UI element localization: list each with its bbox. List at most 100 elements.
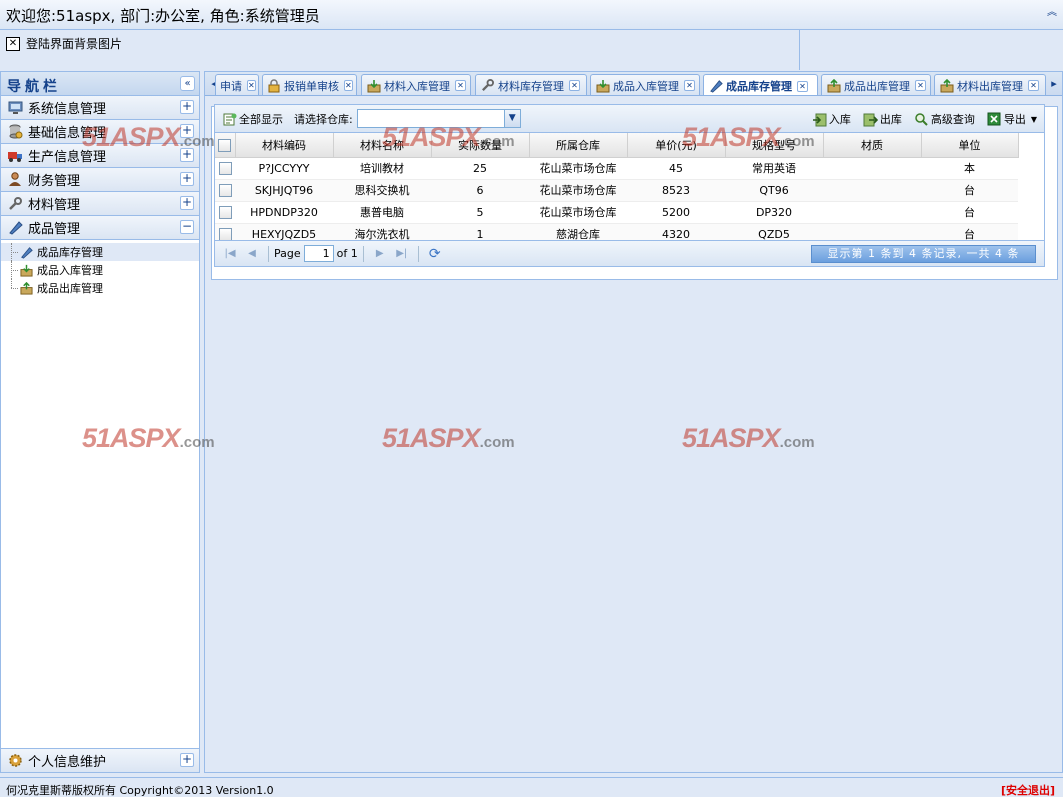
expand-icon[interactable]: + <box>180 100 194 114</box>
footer: 何况克里斯蒂版权所有 Copyright©2013 Version1.0 [安全… <box>0 777 1063 797</box>
close-icon[interactable]: ✕ <box>569 80 580 91</box>
nav-item-product-in[interactable]: 成品入库管理 <box>1 261 199 279</box>
first-page-icon[interactable]: |◀ <box>221 245 239 263</box>
cell-code: SKJHJQT96 <box>235 179 333 202</box>
stock-out-button[interactable]: 出库 <box>860 109 905 129</box>
column-header[interactable]: 材料名称 <box>333 133 432 158</box>
nav-section-production[interactable]: 生产信息管理 + <box>1 144 199 168</box>
tab-label: 成品入库管理 <box>613 79 679 93</box>
box-in-icon <box>595 78 610 93</box>
last-page-icon[interactable]: ▶| <box>393 245 411 263</box>
cell-material <box>823 201 921 224</box>
cell-unit: 台 <box>921 179 1018 202</box>
close-icon[interactable]: ✕ <box>455 80 466 91</box>
nav-section-label: 生产信息管理 <box>28 150 107 165</box>
cell-code: HPDNDP320 <box>235 201 333 224</box>
column-header[interactable]: 材质 <box>823 133 922 158</box>
expand-icon[interactable]: + <box>180 196 194 210</box>
cell-material <box>823 179 921 202</box>
pen-icon <box>708 79 723 94</box>
nav-item-product-out[interactable]: 成品出库管理 <box>1 279 199 297</box>
close-icon[interactable]: ✕ <box>247 80 256 91</box>
tab-apply[interactable]: 申请 ✕ <box>215 74 259 95</box>
close-icon[interactable]: ✕ <box>684 80 695 91</box>
expand-icon[interactable]: + <box>180 753 194 767</box>
table-row[interactable]: HPDNDP320 惠普电脑 5 花山菜市场仓库 5200 DP320 台 <box>215 201 1018 224</box>
cell-warehouse: 花山菜市场仓库 <box>529 179 627 202</box>
stock-in-button[interactable]: 入库 <box>809 109 854 129</box>
row-checkbox[interactable] <box>215 201 235 224</box>
paging-info: 显示第 1 条到 4 条记录, 一共 4 条 <box>811 245 1036 263</box>
expand-icon[interactable]: + <box>180 172 194 186</box>
close-icon[interactable]: ✕ <box>344 80 353 91</box>
wrench-icon <box>480 78 495 93</box>
advanced-search-button[interactable]: 高级查询 <box>911 109 978 129</box>
tab-material-in[interactable]: 材料入库管理 ✕ <box>361 74 471 95</box>
tab-reimburse-audit[interactable]: 报销单审核 ✕ <box>262 74 357 95</box>
tab-product-out[interactable]: 成品出库管理 ✕ <box>821 74 931 95</box>
nav-section-basic[interactable]: 基础信息管理 + <box>1 120 199 144</box>
column-header[interactable]: 规格型号 <box>725 133 824 158</box>
column-header[interactable]: 材料编码 <box>235 133 334 158</box>
tab-label: 报销单审核 <box>284 79 339 93</box>
show-all-button[interactable]: 全部显示 <box>219 109 286 129</box>
chevron-down-icon[interactable]: ▼ <box>503 110 520 127</box>
show-all-label: 全部显示 <box>239 112 283 126</box>
warehouse-select[interactable]: ▼ <box>356 109 521 128</box>
nav-section-finance[interactable]: 财务管理 + <box>1 168 199 192</box>
logout-link[interactable]: [安全退出] <box>1001 782 1055 797</box>
stock-grid: 全部显示 请选择仓库: ▼ 入库 出库 高级查询 导出 ▼ 材料编码 材料名称 … <box>214 104 1045 267</box>
nav-section-label: 成品管理 <box>28 222 81 237</box>
gear-icon <box>7 753 23 769</box>
export-button[interactable]: 导出 ▼ <box>984 109 1040 129</box>
select-all-checkbox[interactable] <box>215 133 236 158</box>
stock-in-label: 入库 <box>828 113 851 126</box>
row-checkbox[interactable] <box>215 157 235 180</box>
nav-item-label: 成品出库管理 <box>37 282 103 295</box>
nav-section-products[interactable]: 成品管理 − <box>1 216 199 240</box>
next-page-icon[interactable]: ▶ <box>371 245 389 263</box>
nav-section-system[interactable]: 系统信息管理 + <box>1 96 199 120</box>
tab-material-stock[interactable]: 材料库存管理 ✕ <box>475 74 587 95</box>
cell-qty: 25 <box>431 157 529 180</box>
column-header[interactable]: 单价(元) <box>627 133 726 158</box>
close-icon[interactable]: ✕ <box>797 80 808 92</box>
wrench-icon <box>7 196 23 212</box>
collapse-header-icon[interactable]: ︽ <box>1045 6 1059 20</box>
tab-scroll-right-icon[interactable]: ▸ <box>1047 76 1061 92</box>
cell-warehouse: 花山菜市场仓库 <box>529 157 627 180</box>
nav-panel: 导航栏 « 系统信息管理 + 基础信息管理 + 生产信息管理 + 财务管理 + … <box>0 71 200 773</box>
cell-warehouse: 花山菜市场仓库 <box>529 201 627 224</box>
refresh-list-icon <box>222 111 237 126</box>
banner: ✕ 登陆界面背景图片 <box>0 30 800 70</box>
nav-item-label: 成品入库管理 <box>37 264 103 277</box>
nav-section-profile[interactable]: 个人信息维护 + <box>1 748 199 772</box>
column-header[interactable]: 所属仓库 <box>529 133 628 158</box>
nav-item-product-stock[interactable]: 成品库存管理 <box>1 243 199 261</box>
tab-material-out[interactable]: 材料出库管理 ✕ <box>934 74 1046 95</box>
page-number-input[interactable]: 1 <box>303 245 334 262</box>
close-icon[interactable]: ✕ <box>1028 80 1039 91</box>
cell-price: 8523 <box>627 179 725 202</box>
export-label: 导出 <box>1003 113 1026 126</box>
cell-spec: QT96 <box>725 179 823 202</box>
close-icon[interactable]: ✕ <box>915 80 926 91</box>
nav-collapse-button[interactable]: « <box>180 76 195 91</box>
row-checkbox[interactable] <box>215 179 235 202</box>
collapse-icon[interactable]: − <box>180 220 194 234</box>
column-header[interactable]: 实际数量 <box>431 133 530 158</box>
table-row[interactable]: SKJHJQT96 思科交换机 6 花山菜市场仓库 8523 QT96 台 <box>215 179 1018 202</box>
refresh-icon[interactable]: ⟳ <box>426 245 444 263</box>
lock-icon <box>267 78 281 93</box>
expand-icon[interactable]: + <box>180 148 194 162</box>
tab-content: 全部显示 请选择仓库: ▼ 入库 出库 高级查询 导出 ▼ 材料编码 材料名称 … <box>205 96 1062 772</box>
nav-section-materials[interactable]: 材料管理 + <box>1 192 199 216</box>
main-panel: ◂ 申请 ✕ 报销单审核 ✕ 材料入库管理 ✕ 材料库存管理 ✕ 成品入库管理 … <box>204 71 1063 773</box>
tab-product-in[interactable]: 成品入库管理 ✕ <box>590 74 700 95</box>
prev-page-icon[interactable]: ◀ <box>243 245 261 263</box>
column-header[interactable]: 单位 <box>921 133 1019 158</box>
table-row[interactable]: P?JCCYYY 培训教材 25 花山菜市场仓库 45 常用英语 本 <box>215 157 1018 180</box>
expand-icon[interactable]: + <box>180 124 194 138</box>
stock-out-label: 出库 <box>879 113 902 126</box>
tab-product-stock[interactable]: 成品库存管理 ✕ <box>703 74 818 95</box>
